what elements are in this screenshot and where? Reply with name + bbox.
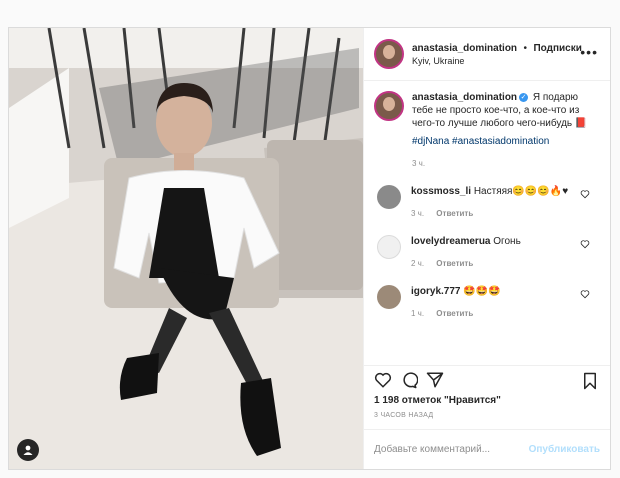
- post-modal: anastasia_domination • Подписки Kyiv, Uk…: [8, 27, 611, 470]
- bookmark-icon[interactable]: [582, 372, 598, 395]
- post-photo[interactable]: [9, 28, 363, 469]
- publish-button[interactable]: Опубликовать: [529, 444, 600, 455]
- user-icon: [23, 445, 33, 455]
- action-bar: [364, 365, 610, 393]
- add-comment-bar: Добавьте комментарий... Опубликовать: [364, 429, 610, 469]
- comment-username[interactable]: lovelydreamerua: [411, 236, 491, 247]
- reply-button[interactable]: Ответить: [436, 309, 473, 318]
- caption-username[interactable]: anastasia_domination: [412, 92, 517, 103]
- header-separator: •: [523, 43, 527, 54]
- author-username[interactable]: anastasia_domination: [412, 43, 517, 54]
- page: anastasia_domination • Подписки Kyiv, Uk…: [0, 0, 620, 478]
- verified-badge-icon: ✓: [519, 92, 529, 102]
- post-sidebar: anastasia_domination • Подписки Kyiv, Uk…: [363, 28, 610, 469]
- reply-button[interactable]: Ответить: [436, 209, 473, 218]
- comment-username[interactable]: kossmoss_li: [411, 186, 471, 197]
- photo-illustration: [9, 28, 363, 469]
- comment-username[interactable]: igoryk.777: [411, 286, 460, 297]
- commenter-avatar[interactable]: [377, 285, 401, 309]
- comment-item: lovelydreamerua Огонь 2 ч. Ответить: [374, 235, 600, 270]
- author-avatar[interactable]: [374, 39, 404, 69]
- like-heart-icon[interactable]: [374, 371, 392, 389]
- reply-button[interactable]: Ответить: [436, 259, 473, 268]
- add-comment-input[interactable]: Добавьте комментарий...: [374, 444, 529, 455]
- location-link[interactable]: Kyiv, Ukraine: [412, 55, 582, 68]
- tagged-users-button[interactable]: [17, 439, 39, 461]
- following-button[interactable]: Подписки: [533, 43, 581, 54]
- likes-count[interactable]: 1 198 отметок "Нравится": [364, 395, 610, 406]
- like-comment-heart-icon[interactable]: [580, 239, 590, 249]
- caption-hashtags[interactable]: #djNana #anastasiadomination: [412, 135, 592, 148]
- comment-text: Настяяя😊😊😊🔥♥: [473, 186, 569, 197]
- like-comment-heart-icon[interactable]: [580, 189, 590, 199]
- commenter-avatar[interactable]: [377, 235, 401, 259]
- post-header: anastasia_domination • Подписки Kyiv, Uk…: [364, 28, 610, 81]
- comments-list: anastasia_domination ✓ Я подарю тебе не п…: [364, 81, 610, 365]
- caption-time: 3 ч.: [412, 159, 426, 168]
- caption: anastasia_domination ✓ Я подарю тебе не п…: [374, 91, 600, 170]
- comment-item: igoryk.777 🤩🤩🤩 1 ч. Ответить: [374, 285, 600, 320]
- post-timestamp[interactable]: 3 ЧАСОВ НАЗАД: [364, 412, 610, 419]
- comment-time: 2 ч.: [411, 259, 425, 268]
- comment-text: Огонь: [493, 236, 521, 247]
- share-paper-plane-icon[interactable]: [426, 371, 444, 389]
- like-comment-heart-icon[interactable]: [580, 289, 590, 299]
- comment-item: kossmoss_li Настяяя😊😊😊🔥♥ 3 ч. Ответить: [374, 185, 600, 220]
- comment-time: 1 ч.: [411, 309, 425, 318]
- comment-time: 3 ч.: [411, 209, 425, 218]
- more-options-icon[interactable]: •••: [580, 44, 598, 60]
- comment-bubble-icon[interactable]: [400, 371, 418, 389]
- comment-text: 🤩🤩🤩: [463, 286, 501, 297]
- commenter-avatar[interactable]: [377, 185, 401, 209]
- caption-avatar[interactable]: [374, 91, 404, 121]
